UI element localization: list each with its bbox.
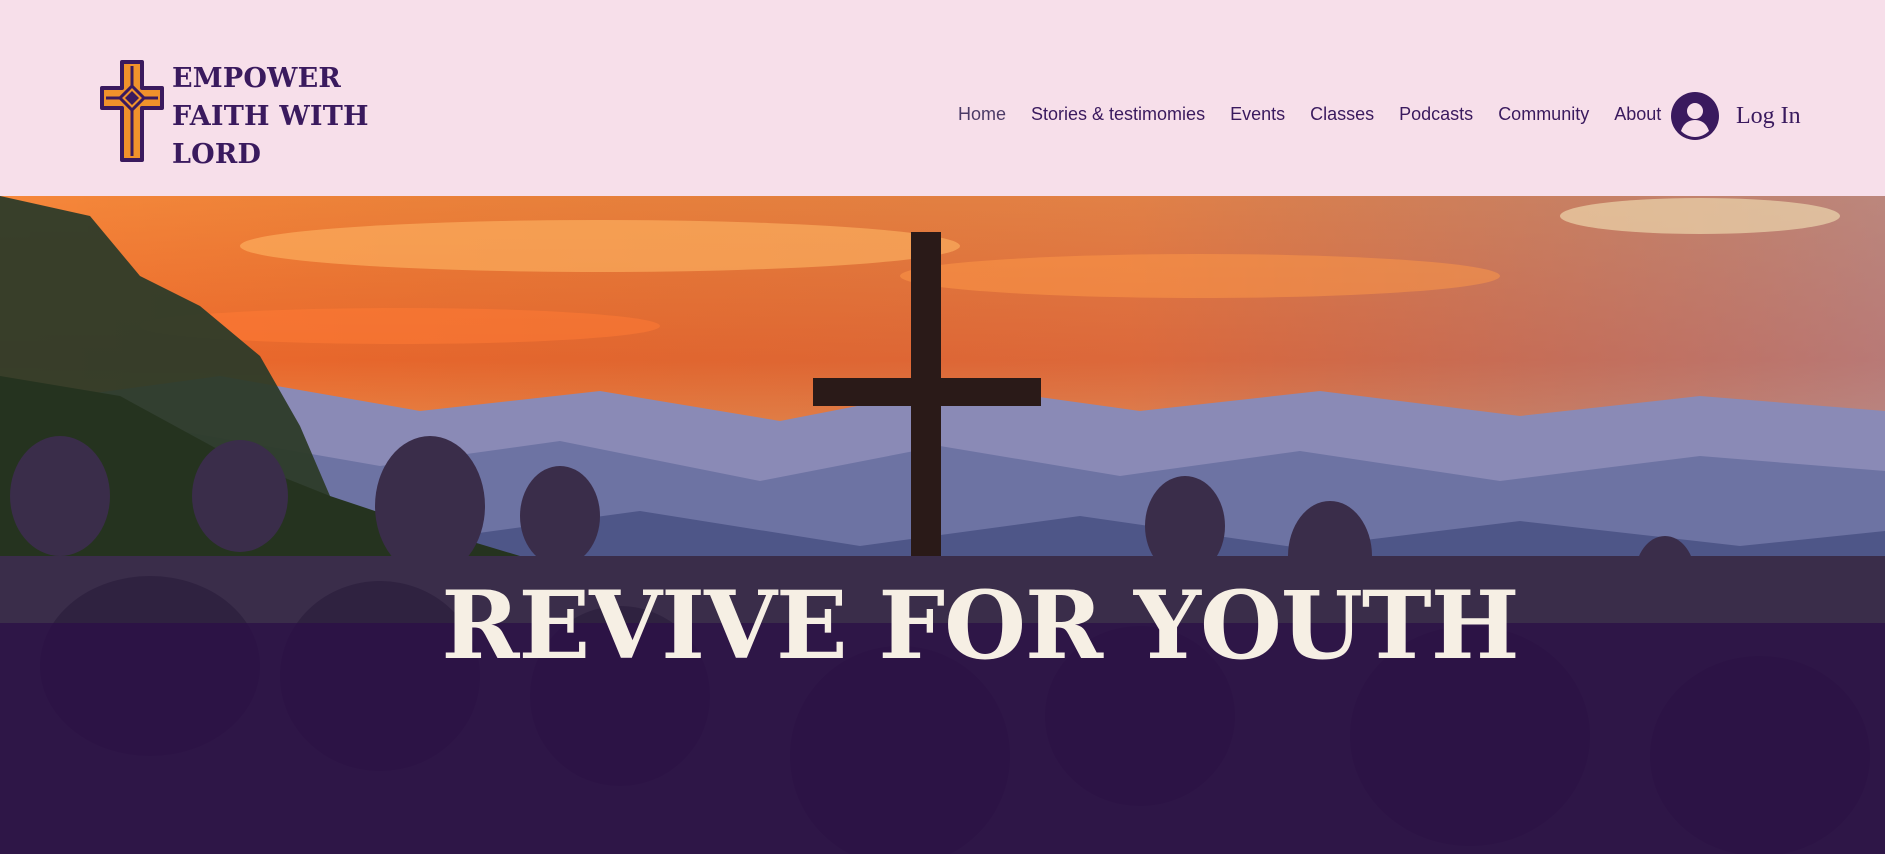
nav-item-podcasts[interactable]: Podcasts bbox=[1399, 104, 1473, 125]
nav-item-community[interactable]: Community bbox=[1498, 104, 1589, 125]
site-header: EMPOWER FAITH WITH LORD Home Stories & t… bbox=[0, 0, 1885, 196]
main-nav: Home Stories & testimomies Events Classe… bbox=[958, 104, 1686, 125]
nav-item-stories-testimonies[interactable]: Stories & testimomies bbox=[1031, 104, 1205, 125]
logo-line-1: EMPOWER bbox=[172, 63, 342, 94]
logo-text: EMPOWER FAITH WITH LORD bbox=[172, 60, 369, 174]
nav-item-about[interactable]: About bbox=[1614, 104, 1661, 125]
nav-item-home[interactable]: Home bbox=[958, 104, 1006, 125]
site-logo[interactable]: EMPOWER FAITH WITH LORD bbox=[100, 60, 369, 174]
logo-line-3: LORD bbox=[172, 139, 262, 170]
nav-item-events[interactable]: Events bbox=[1230, 104, 1285, 125]
hero-title: REVIVE FOR YOUTH bbox=[441, 570, 1519, 681]
logo-line-2: FAITH WITH bbox=[172, 101, 369, 132]
nav-item-classes[interactable]: Classes bbox=[1310, 104, 1374, 125]
cross-icon bbox=[100, 60, 164, 162]
user-avatar-icon[interactable] bbox=[1670, 91, 1720, 141]
hero-section: REVIVE FOR YOUTH bbox=[0, 196, 1885, 854]
login-button[interactable]: Log In bbox=[1670, 91, 1801, 141]
login-label[interactable]: Log In bbox=[1736, 103, 1801, 130]
